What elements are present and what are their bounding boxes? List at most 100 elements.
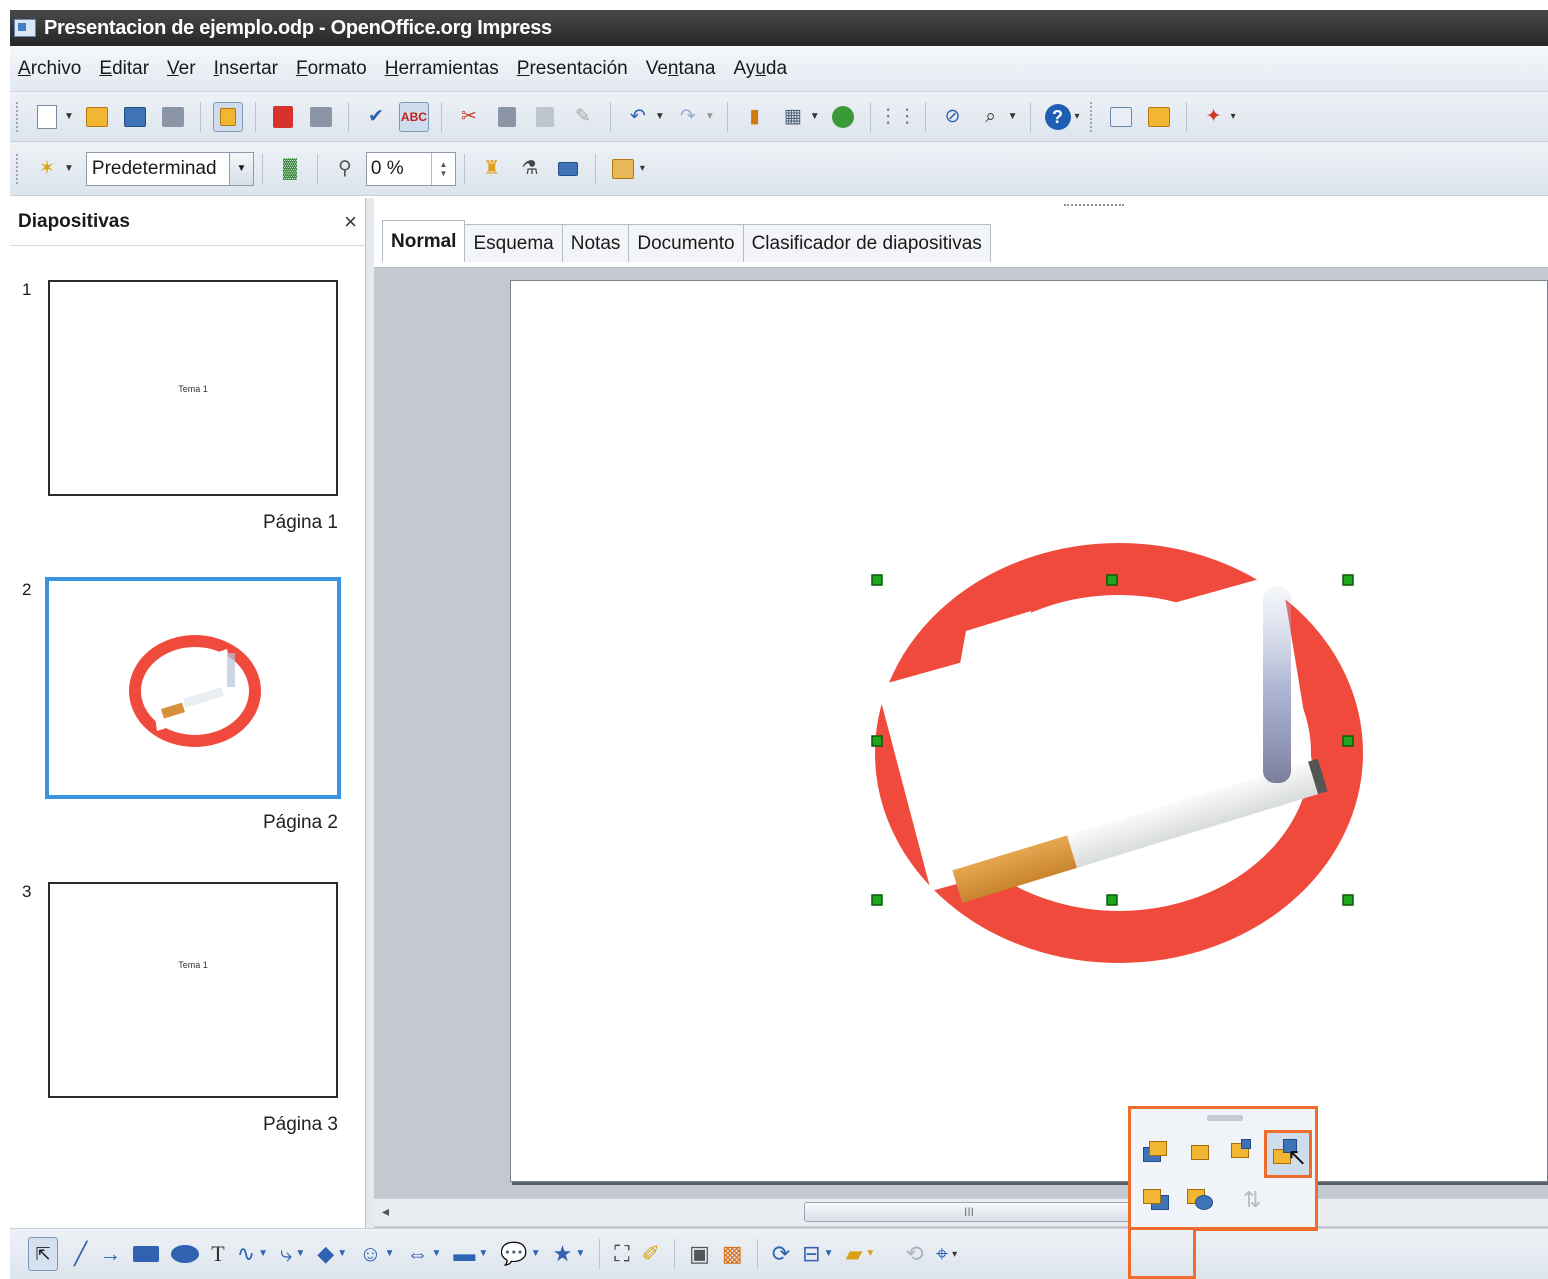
red-filter-icon[interactable]: ♜ <box>477 154 507 184</box>
send-backward-icon[interactable] <box>1231 1139 1263 1169</box>
print-icon[interactable] <box>306 102 336 132</box>
export-pdf-icon[interactable] <box>268 102 298 132</box>
new-dropdown-arrow[interactable]: ▼ <box>64 111 74 122</box>
toolbar-overflow-arrow[interactable]: ▾ <box>952 1249 957 1260</box>
toolbar-grip[interactable] <box>16 153 20 184</box>
menu-item[interactable]: Ventana <box>646 58 716 80</box>
paste-icon[interactable] <box>530 102 560 132</box>
tab-clasificador[interactable]: Clasificador de diapositivas <box>742 224 991 262</box>
drag-handle[interactable] <box>1064 204 1124 208</box>
menu-item[interactable]: Formato <box>296 58 367 80</box>
clone-format-icon[interactable]: ✎ <box>568 102 598 132</box>
cut-icon[interactable]: ✂ <box>454 102 484 132</box>
edit-mode-icon[interactable] <box>212 101 243 132</box>
close-icon[interactable]: × <box>344 209 357 235</box>
copy-icon[interactable] <box>492 102 522 132</box>
popup-grip[interactable] <box>1207 1115 1243 1121</box>
gallery-icon[interactable]: ▩ <box>722 1243 743 1265</box>
slide-canvas[interactable] <box>510 280 1548 1182</box>
no-smoking-image[interactable] <box>511 281 1547 1181</box>
new-document-icon[interactable] <box>32 102 62 132</box>
slide-show-icon[interactable] <box>1106 102 1136 132</box>
scroll-left-icon[interactable]: ◂ <box>382 1203 389 1220</box>
toolbar-grip[interactable] <box>1089 101 1094 132</box>
bring-to-front-icon[interactable] <box>1143 1139 1175 1169</box>
table-dropdown-arrow[interactable]: ▼ <box>810 111 820 122</box>
ellipse-icon[interactable] <box>171 1245 200 1263</box>
text-icon[interactable]: T <box>211 1243 224 1265</box>
grid-icon[interactable]: ⋮⋮ <box>879 102 917 132</box>
rectangle-icon[interactable] <box>133 1246 160 1262</box>
menu-item[interactable]: Editar <box>99 58 149 80</box>
zoom-dropdown-arrow[interactable]: ▼ <box>1008 111 1018 122</box>
graphics-mode-icon[interactable]: ▓ <box>275 154 305 184</box>
arrange-icon[interactable]: ▰ ▼ <box>845 1243 875 1265</box>
autospellcheck-icon[interactable]: ABC <box>398 101 429 132</box>
basic-shapes-icon[interactable]: ◆ ▼ <box>317 1243 347 1265</box>
send-to-back-icon[interactable]: ↖ <box>1264 1130 1312 1178</box>
extrusion-icon[interactable]: ⟲ <box>905 1243 923 1265</box>
panel-splitter[interactable] <box>366 198 374 1228</box>
fontwork-icon[interactable]: ✐ <box>642 1243 660 1265</box>
bring-forward-icon[interactable] <box>1187 1139 1219 1169</box>
symbol-shapes-icon[interactable]: ☺ ▼ <box>359 1243 394 1265</box>
new-slide-icon[interactable] <box>1144 102 1174 132</box>
slide-thumbnail-3[interactable]: 3 Tema 1 Página 3 <box>10 882 360 1182</box>
menu-item[interactable]: Archivo <box>18 58 81 80</box>
table-icon[interactable]: ▦ <box>778 102 808 132</box>
spellcheck-icon[interactable]: ✔ <box>361 102 391 132</box>
chevron-down-icon[interactable]: ▼ <box>228 152 253 185</box>
undo-icon[interactable]: ↶ <box>623 102 653 132</box>
tab-notas[interactable]: Notas <box>561 224 630 262</box>
redo-icon[interactable]: ↷ <box>673 102 703 132</box>
effects-wand-icon[interactable]: ✶ <box>32 154 62 184</box>
flowchart-icon[interactable]: ▬ ▼ <box>453 1243 488 1265</box>
toolbar-overflow-arrow[interactable]: ▾ <box>1231 111 1236 122</box>
navigator-icon[interactable]: ⊘ <box>938 102 968 132</box>
in-front-of-object-icon[interactable] <box>1143 1187 1175 1217</box>
block-arrows-icon[interactable]: ⇔ ▼ <box>406 1243 441 1265</box>
effects-dropdown-arrow[interactable]: ▼ <box>64 163 74 174</box>
display-grid-icon[interactable] <box>828 102 858 132</box>
tab-documento[interactable]: Documento <box>628 224 744 262</box>
slide-preview[interactable]: Tema 1 <box>48 882 338 1098</box>
chart-icon[interactable]: ▮ <box>740 102 770 132</box>
slide-thumbnail-1[interactable]: 1 Tema 1 Página 1 <box>10 280 360 580</box>
behind-object-icon[interactable] <box>1187 1187 1219 1217</box>
transparency-stepper[interactable]: 0 % ▲ ▼ <box>365 151 456 186</box>
3d-icon[interactable]: ⌖ <box>936 1243 948 1265</box>
rotate-icon[interactable]: ⟳ <box>772 1243 790 1265</box>
toolbar-overflow-arrow[interactable]: ▾ <box>1075 111 1080 122</box>
undo-dropdown-arrow[interactable]: ▼ <box>655 111 665 122</box>
email-icon[interactable] <box>158 102 188 132</box>
picture-icon[interactable] <box>608 154 638 184</box>
from-file-icon[interactable]: ▣ <box>689 1243 710 1265</box>
stars-icon[interactable]: ★ ▼ <box>553 1243 586 1265</box>
select-icon[interactable]: ⇱ <box>28 1237 58 1271</box>
zoom-icon[interactable]: ⌕ <box>976 102 1006 132</box>
open-folder-icon[interactable] <box>82 102 112 132</box>
stepper-arrows[interactable]: ▲ ▼ <box>430 152 455 185</box>
menu-item[interactable]: Ver <box>167 58 196 80</box>
horizontal-scrollbar[interactable]: ◂ III <box>374 1198 1548 1226</box>
arrow-icon[interactable]: → <box>99 1243 121 1265</box>
crop-icon[interactable] <box>553 154 583 184</box>
slide-preview-selected[interactable] <box>45 577 341 799</box>
connector-icon[interactable]: ⤷ ▼ <box>280 1243 305 1265</box>
graphics-style-select[interactable]: Predeterminad ▼ <box>85 151 254 186</box>
slide-thumbnail-2[interactable]: 2 Página 2 <box>10 577 360 880</box>
slide-preview[interactable]: Tema 1 <box>48 280 338 496</box>
scrollbar-thumb[interactable]: III <box>804 1202 1134 1222</box>
toolbar-grip[interactable] <box>16 101 20 132</box>
callouts-icon[interactable]: 💬 ▼ <box>500 1243 540 1265</box>
tab-esquema[interactable]: Esquema <box>464 224 563 262</box>
menu-item[interactable]: Presentación <box>517 58 628 80</box>
tab-normal[interactable]: Normal <box>382 220 466 262</box>
help-icon[interactable]: ? <box>1043 102 1073 132</box>
menu-item[interactable]: Ayuda <box>733 58 787 80</box>
menu-item[interactable]: Herramientas <box>385 58 499 80</box>
alignment-icon[interactable]: ⊟ ▼ <box>802 1243 833 1265</box>
points-icon[interactable]: ⛶ <box>614 1243 629 1265</box>
toolbar-overflow-arrow[interactable]: ▾ <box>640 163 645 174</box>
save-icon[interactable] <box>120 102 150 132</box>
